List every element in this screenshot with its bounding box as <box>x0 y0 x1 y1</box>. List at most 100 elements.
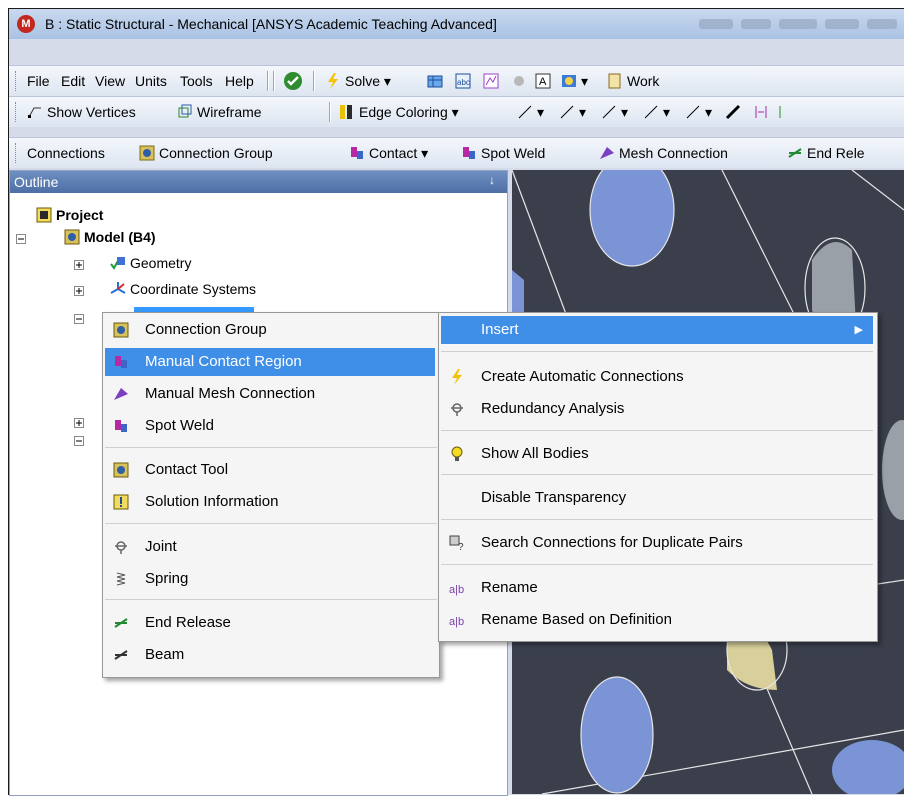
table-icon[interactable] <box>427 73 447 89</box>
tree-expander[interactable] <box>74 257 84 273</box>
project-icon <box>36 207 52 223</box>
menu-item-rename[interactable]: a|b Rename <box>441 574 873 602</box>
menu-file[interactable]: File <box>27 73 50 89</box>
menu-item-beam[interactable]: Beam <box>105 641 437 669</box>
menu-item-create-automatic-connections[interactable]: Create Automatic Connections <box>441 363 873 391</box>
menu-item-label: Solution Information <box>145 493 279 510</box>
menu-item-rename-based-on-definition[interactable]: a|b Rename Based on Definition <box>441 606 873 634</box>
menu-item-manual-contact-region[interactable]: Manual Contact Region <box>105 348 435 376</box>
show-vertices-button[interactable]: Show Vertices <box>27 104 136 120</box>
spot-weld-label: Spot Weld <box>481 145 546 161</box>
chart-icon[interactable] <box>483 73 503 89</box>
end-release-label: End Rele <box>807 145 865 161</box>
menu-item-connection-group[interactable]: Connection Group <box>105 316 437 344</box>
lightning-icon <box>328 73 338 89</box>
tree-expander[interactable] <box>16 231 26 247</box>
edge-style-icon[interactable]: ▾ <box>601 104 628 121</box>
menu-item-label: Show All Bodies <box>481 445 589 462</box>
end-release-button[interactable]: End Rele <box>787 145 865 161</box>
thicken-edges-icon[interactable] <box>725 104 745 120</box>
svg-text:A: A <box>539 76 547 88</box>
edge-style-icon[interactable]: ▾ <box>559 104 586 121</box>
context-menu: Insert ▶ Create Automatic Connections Re… <box>438 312 878 642</box>
menu-item-insert[interactable]: Insert ▶ <box>441 316 873 344</box>
annotation-icon[interactable]: A <box>535 73 555 89</box>
menu-separator <box>441 430 873 431</box>
tree-label: Project <box>56 207 104 223</box>
coordinate-systems-icon <box>110 282 126 294</box>
mesh-connection-label: Mesh Connection <box>619 145 728 161</box>
edge-style-icon[interactable]: ▾ <box>685 104 712 121</box>
collapse-icon[interactable] <box>753 104 773 120</box>
contact-icon <box>351 147 363 159</box>
menu-item-solution-information[interactable]: Solution Information <box>105 488 437 516</box>
menu-item-label: Spot Weld <box>145 417 214 434</box>
ansys-app-icon[interactable]: M <box>17 15 35 33</box>
more-icon[interactable] <box>777 104 797 120</box>
mesh-connection-button[interactable]: Mesh Connection <box>599 145 728 161</box>
pin-icon[interactable]: ↓ <box>489 173 495 187</box>
tree-expander[interactable] <box>74 415 84 431</box>
menu-tools[interactable]: Tools <box>180 73 213 89</box>
menu-help[interactable]: Help <box>225 73 254 89</box>
menu-edit[interactable]: Edit <box>61 73 85 89</box>
tree-expander[interactable] <box>74 433 84 449</box>
menu-view[interactable]: View <box>95 73 125 89</box>
toolbar-grip[interactable] <box>15 143 18 163</box>
toolbar-separator <box>329 102 331 122</box>
menu-item-show-all-bodies[interactable]: Show All Bodies <box>441 440 873 468</box>
joint-icon <box>115 541 127 554</box>
menu-item-label: Create Automatic Connections <box>481 368 684 385</box>
tree-expander[interactable] <box>74 283 84 299</box>
menu-item-joint[interactable]: Joint <box>105 533 437 561</box>
vertices-icon <box>28 107 41 118</box>
toolbar-separator <box>273 71 275 91</box>
edge-style-icon[interactable]: ▾ <box>643 104 670 121</box>
edge-coloring-label: Edge Coloring <box>359 104 448 120</box>
tree-item-project[interactable]: Project <box>36 207 103 223</box>
connection-group-button[interactable]: Connection Group <box>139 145 273 161</box>
tree-item-model[interactable]: Model (B4) <box>64 229 156 245</box>
contact-button[interactable]: Contact ▾ <box>349 145 428 162</box>
toolbar-grip[interactable] <box>15 71 18 91</box>
menu-item-contact-tool[interactable]: Contact Tool <box>105 456 437 484</box>
spot-weld-button[interactable]: Spot Weld <box>461 145 545 161</box>
menu-units[interactable]: Units <box>135 73 167 89</box>
wireframe-button[interactable]: Wireframe <box>177 104 262 120</box>
mesh-connection-icon <box>600 147 614 159</box>
comment-icon[interactable] <box>511 73 531 89</box>
solve-button[interactable]: Solve ▾ <box>325 73 391 90</box>
menu-item-redundancy-analysis[interactable]: Redundancy Analysis <box>441 395 873 423</box>
menu-item-spot-weld[interactable]: Spot Weld <box>105 412 437 440</box>
menu-item-spring[interactable]: Spring <box>105 565 437 593</box>
menu-item-disable-transparency[interactable]: Disable Transparency <box>441 484 873 512</box>
image-icon[interactable]: ▾ <box>561 73 588 90</box>
outline-title: Outline <box>14 174 59 190</box>
check-icon[interactable] <box>283 71 303 94</box>
spelling-icon[interactable]: abc <box>455 73 475 89</box>
connection-group-icon <box>139 145 155 161</box>
worksheet-button[interactable]: Work <box>607 73 659 89</box>
tree-item-coordinate-systems[interactable]: Coordinate Systems <box>110 281 256 297</box>
outline-header: Outline ↓ <box>10 171 507 193</box>
end-release-icon <box>788 148 802 158</box>
edge-coloring-button[interactable]: Edge Coloring ▾ <box>339 104 459 121</box>
menu-item-label: Rename <box>481 579 538 596</box>
menu-toolbar: File Edit View Units Tools Help Solve ▾ … <box>9 65 904 96</box>
chevron-down-icon: ▾ <box>417 145 429 161</box>
end-release-icon <box>114 618 128 628</box>
menu-item-search-duplicate-pairs[interactable]: ? Search Connections for Duplicate Pairs <box>441 529 873 557</box>
tree-item-geometry[interactable]: Geometry <box>110 255 191 271</box>
tree-label: Model (B4) <box>84 229 156 245</box>
tree-expander[interactable] <box>74 311 84 327</box>
menu-separator <box>441 474 873 475</box>
svg-text:a|b: a|b <box>449 584 464 596</box>
blurred-menu-item <box>779 19 817 29</box>
edge-style-icon[interactable]: ▾ <box>517 104 544 121</box>
toolbar-grip[interactable] <box>15 102 18 122</box>
menu-item-manual-mesh-connection[interactable]: Manual Mesh Connection <box>105 380 437 408</box>
menu-item-end-release[interactable]: End Release <box>105 609 437 637</box>
svg-text:?: ? <box>458 542 464 551</box>
menu-separator <box>441 351 873 352</box>
graphics-toolbar: Show Vertices Wireframe Edge Coloring ▾ … <box>9 96 904 127</box>
